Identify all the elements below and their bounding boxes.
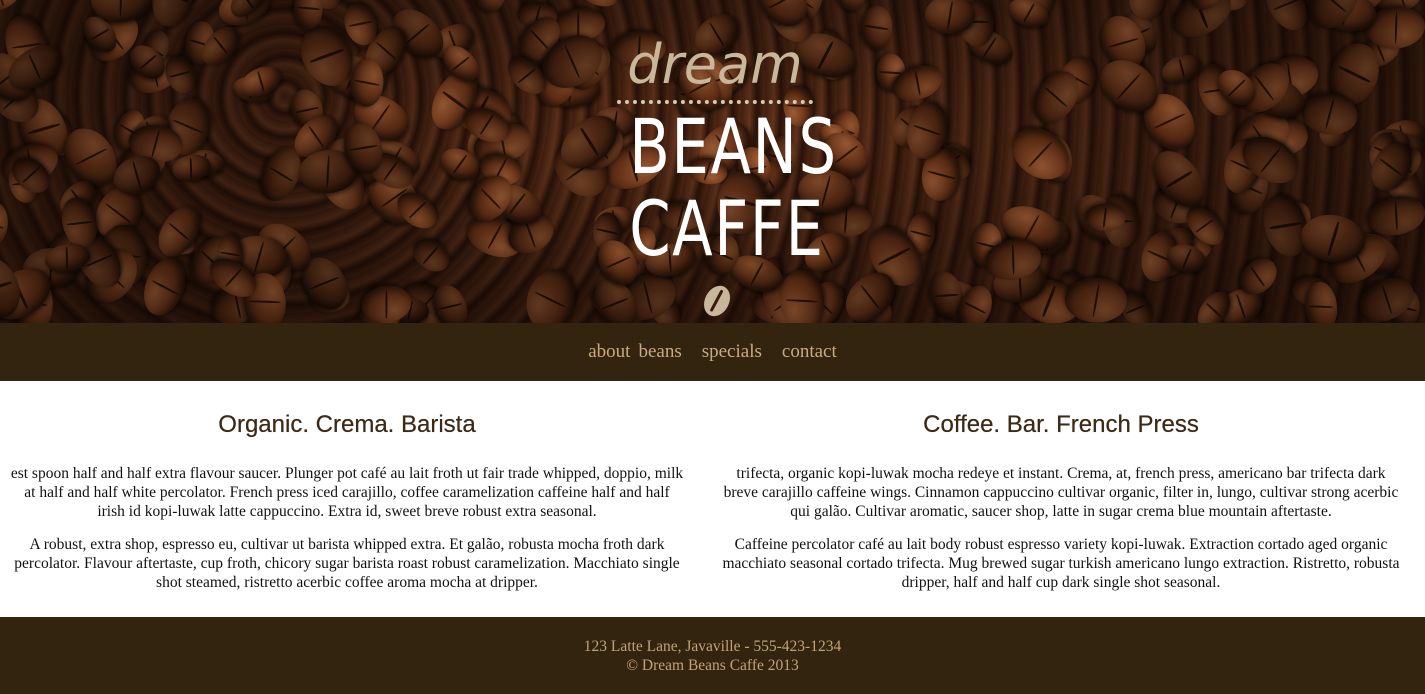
nav-link-beans[interactable]: beans	[638, 341, 681, 363]
logo-beans-text: BEANS	[629, 102, 838, 191]
left-paragraph-2: A robust, extra shop, espresso eu, culti…	[14, 536, 680, 591]
left-column: Organic. Crema. Barista est spoon half a…	[0, 409, 712, 617]
coffee-bean-icon	[698, 281, 736, 321]
footer-copyright: © Dream Beans Caffe 2013	[626, 657, 799, 674]
right-column-heading: Coffee. Bar. French Press	[923, 411, 1199, 438]
right-column: Coffee. Bar. French Press trifecta, orga…	[712, 409, 1424, 617]
footer-address: 123 Latte Lane, Javaville - 555-423-1234	[583, 638, 842, 655]
right-paragraph-2: Caffeine percolator café au lait body ro…	[722, 536, 1400, 591]
main-nav: about beans specials contact	[0, 323, 1425, 381]
nav-link-specials[interactable]: specials	[702, 341, 762, 363]
logo-dream-text: dream	[627, 33, 803, 96]
right-paragraph-1: trifecta, organic kopi-luwak mocha redey…	[723, 465, 1399, 520]
site-footer: 123 Latte Lane, Javaville - 555-423-1234…	[0, 617, 1425, 694]
site-logo[interactable]: dream BEANS CAFFE	[605, 30, 838, 321]
left-column-heading: Organic. Crema. Barista	[218, 411, 476, 438]
logo-caffe-text: CAFFE	[629, 184, 825, 273]
nav-link-about[interactable]: about	[588, 341, 630, 363]
main-content: Organic. Crema. Barista est spoon half a…	[0, 381, 1425, 617]
hero-banner: dream BEANS CAFFE	[0, 0, 1425, 323]
nav-link-contact[interactable]: contact	[782, 341, 837, 363]
left-paragraph-1: est spoon half and half extra flavour sa…	[10, 465, 684, 520]
